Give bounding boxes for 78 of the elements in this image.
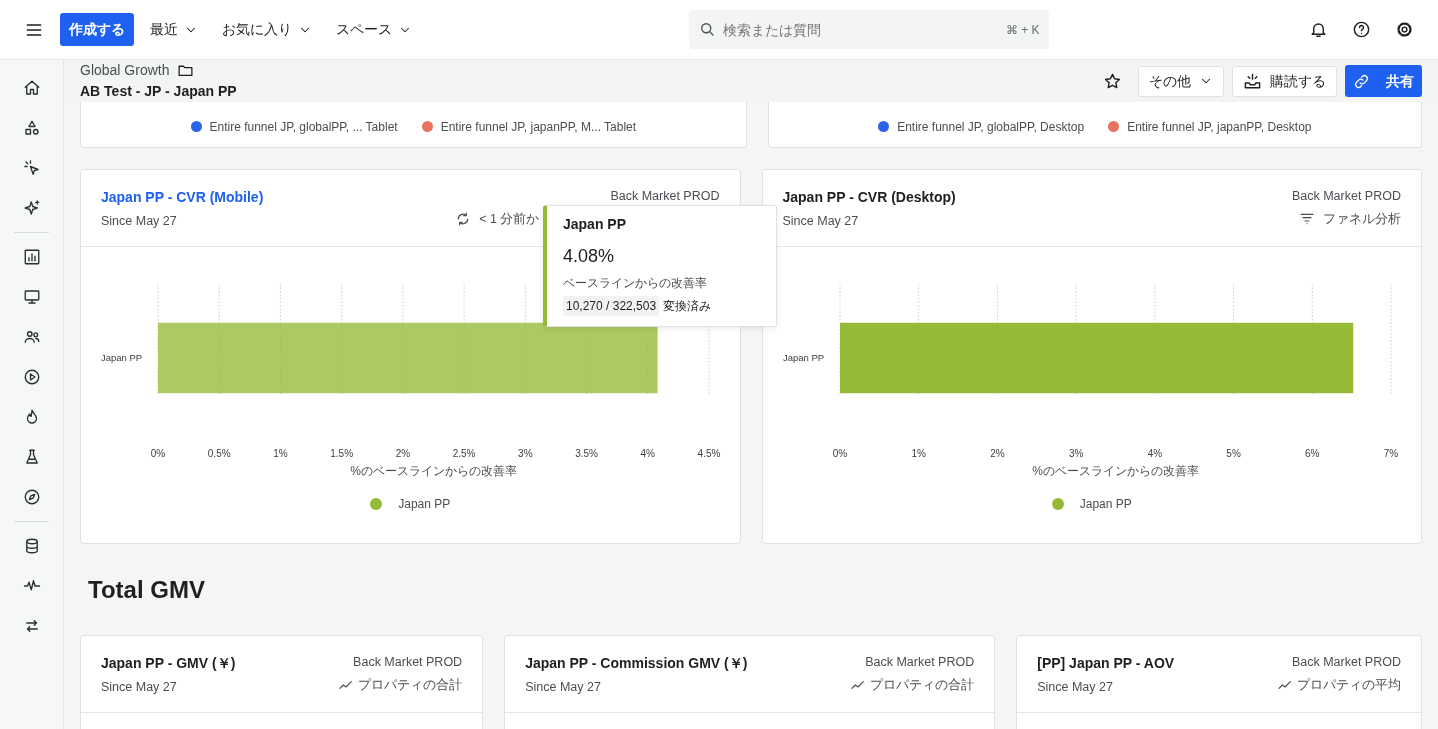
tooltip-caption: ベースラインからの改善率 [563,275,708,292]
since-date: Since May 27 [525,679,602,696]
breadcrumb-link[interactable]: Global Growth [80,60,170,81]
metric-title[interactable]: Japan PP - Commission GMV (￥) [525,653,851,674]
measure-label: プロパティの平均 [1297,676,1401,694]
create-button[interactable]: 作成する [60,13,134,46]
menu-dropdown[interactable]: お気に入り [214,13,320,46]
tick-label: 2% [989,448,1005,459]
conversion-label: 変換済み [663,298,712,315]
measure-label: プロパティの合計 [358,676,463,694]
chart-title[interactable]: Japan PP - CVR (Mobile) [101,187,456,208]
home-icon[interactable] [22,79,41,97]
subscribe-button[interactable]: 購読する [1232,65,1337,97]
tick-label: 4% [640,448,655,459]
metric-title[interactable]: [PP] Japan PP - AOV [1037,653,1277,674]
menu-dropdown[interactable]: 最近 [142,13,206,46]
tick-label: 3% [1068,448,1083,459]
help-icon[interactable] [1352,20,1371,39]
since-date: Since May 27 [101,213,178,230]
tick-label: 4.5% [697,448,721,459]
tick-label: 0% [150,448,166,459]
status-label: ファネル分析 [1323,210,1401,228]
menu-dropdown[interactable]: スペース [328,13,420,46]
legend-label: Entire funnel JP, globalPP, Desktop [897,118,1085,136]
tick-label: 3.5% [575,448,598,459]
status-label: < 1 分前か [479,210,540,228]
chart-title[interactable]: Japan PP - CVR (Desktop) [782,187,1292,208]
axis-title: %のベースラインからの改善率 [350,464,517,478]
shortcut-hint: ⌘ + K [1005,22,1040,39]
tick-label: 2% [395,448,411,459]
legend-label: Japan PP [398,496,451,513]
tooltip-title: Japan PP [563,215,628,234]
legend-label: Entire funnel JP, globalPP, ... Tablet [209,118,398,136]
since-date: Since May 27 [101,679,178,696]
legend-label: Entire funnel JP, japanPP, Desktop [1127,118,1312,136]
tick-label: 7% [1383,448,1398,459]
tick-label: 2.5% [452,448,476,459]
star-icon[interactable] [1103,71,1122,91]
since-date: Since May 27 [782,213,860,230]
data-source: Back Market PROD [353,654,463,671]
since-date: Since May 27 [1037,679,1114,696]
tick-label: 1% [911,448,926,459]
page-title: AB Test - JP - Japan PP [80,82,238,101]
cursor-click-icon[interactable] [22,159,41,177]
tick-label: 4% [1147,448,1162,459]
legend-label: Japan PP [1079,496,1132,513]
tick-label: 6% [1304,448,1319,459]
section-heading: Total GMV [87,575,206,605]
metric-title[interactable]: Japan PP - GMV (￥) [101,653,339,674]
play-icon[interactable] [22,368,41,386]
tick-label: 0% [832,448,847,459]
settings-icon[interactable] [1395,20,1414,39]
tick-label: 1.5% [330,448,354,459]
axis-title: %のベースラインからの改善率 [1031,464,1199,478]
tick-label: 1% [273,448,288,459]
more-dropdown[interactable]: その他 [1138,65,1224,97]
tick-label: 0.5% [207,448,231,459]
category-label: Japan PP [782,352,824,363]
notification-bell-icon[interactable] [1309,20,1328,39]
data-source: Back Market PROD [1291,654,1401,671]
data-source: Back Market PROD [1291,188,1401,205]
inbox-icon [1243,71,1262,91]
compass-icon[interactable] [22,488,41,506]
conversion-count: 10,270 / 322,503 [563,296,660,316]
data-source: Back Market PROD [610,188,720,205]
measure-label: プロパティの合計 [870,676,975,694]
shapes-icon[interactable] [22,119,41,137]
tick-label: 5% [1225,448,1241,459]
monitor-icon[interactable] [22,288,41,306]
tick-label: 3% [518,448,533,459]
sparkle-icon[interactable] [22,199,41,217]
tooltip-value: 4.08% [563,245,616,268]
users-icon[interactable] [22,328,41,346]
link-icon [1353,73,1370,91]
data-source: Back Market PROD [865,654,975,671]
legend-label: Entire funnel JP, japanPP, M... Tablet [440,118,637,136]
bar-chart-icon[interactable] [22,248,41,266]
category-label: Japan PP [101,352,143,363]
